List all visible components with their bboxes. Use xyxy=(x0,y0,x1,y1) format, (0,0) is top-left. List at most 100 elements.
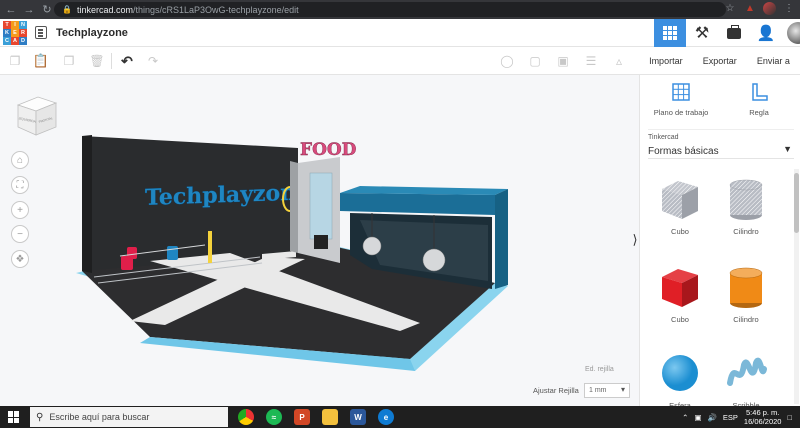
clock[interactable]: 5:46 p. m. 16/06/2020 xyxy=(744,408,782,426)
file-explorer-icon[interactable] xyxy=(322,409,338,425)
spotify-app-icon[interactable]: ≈ xyxy=(266,409,282,425)
shape-box-0[interactable]: Cubo xyxy=(650,175,710,236)
yellow-pole xyxy=(208,231,212,263)
network-icon[interactable]: ▣ xyxy=(694,413,701,422)
profile-avatar-icon[interactable] xyxy=(763,2,776,15)
tower-door xyxy=(314,235,328,249)
duplicate-icon[interactable]: ❐ xyxy=(62,54,76,68)
shape-cyl-3[interactable]: Cilindro xyxy=(716,263,776,324)
dropdown-icon: ▼ xyxy=(783,144,792,154)
star-icon[interactable]: ☆ xyxy=(723,3,737,14)
logo-letter: D xyxy=(19,37,27,45)
volume-icon[interactable]: 🔊 xyxy=(708,413,717,422)
lamp-right xyxy=(422,248,446,272)
shapes-panel: Plano de trabajo Regla Tinkercad Formas … xyxy=(639,75,800,406)
shape-label: Cubo xyxy=(671,227,689,236)
shape-label: Cilindro xyxy=(733,227,759,236)
app-header: TINKERCAD Techplayzone ⚒ 👤 xyxy=(0,19,800,47)
figure-blue xyxy=(167,246,178,260)
extension-icon[interactable]: ▲ xyxy=(743,3,757,14)
logo-letter: A xyxy=(11,37,19,45)
workplane-canvas[interactable]: IZQUIERDA FRONTAL ⌂ ⛶ + − ❖ Techplayzone… xyxy=(0,75,639,406)
tab-blocks[interactable]: ⚒ xyxy=(686,19,718,47)
paste-icon[interactable]: 📋 xyxy=(33,53,49,68)
shape-scribble-5[interactable]: Scribble xyxy=(716,349,776,406)
shape-icon[interactable]: ▢ xyxy=(528,54,542,68)
forward-icon[interactable]: → xyxy=(22,3,36,17)
kiosk-roof xyxy=(340,193,495,215)
light-icon[interactable]: ◯ xyxy=(500,54,514,68)
shape-label: Cubo xyxy=(671,315,689,324)
taskbar-search[interactable]: ⚲ Escribe aquí para buscar xyxy=(30,407,228,427)
shape-box-2[interactable]: Cubo xyxy=(650,263,710,324)
menu-icon[interactable]: ⋮ xyxy=(782,3,796,14)
search-icon: ⚲ xyxy=(36,411,44,423)
windows-start-icon[interactable] xyxy=(8,411,20,423)
chevron-right-icon: ⟩ xyxy=(632,232,638,247)
import-button[interactable]: Importar xyxy=(649,56,683,66)
send-to-button[interactable]: Enviar a xyxy=(757,56,790,66)
address-bar[interactable]: 🔒 tinkercad.com/things/cRS1LaP3OwG-techp… xyxy=(54,2,726,17)
search-placeholder: Escribe aquí para buscar xyxy=(49,412,150,422)
project-title[interactable]: Techplayzone xyxy=(56,27,128,39)
shape-sphere-4[interactable]: Esfera xyxy=(650,349,710,406)
back-icon[interactable]: ← xyxy=(4,3,18,17)
url-text: tinkercad.com/things/cRS1LaP3OwG-techpla… xyxy=(76,4,299,15)
workplane-tool[interactable]: Plano de trabajo xyxy=(646,81,716,117)
powerpoint-app-icon[interactable]: P xyxy=(294,409,310,425)
tinkercad-logo[interactable]: TINKERCAD xyxy=(3,21,27,45)
file-actions: Importar Exportar Enviar a xyxy=(639,47,800,75)
user-menu[interactable] xyxy=(782,19,800,47)
mirror-icon[interactable]: ▵ xyxy=(612,54,626,68)
lock-icon: 🔒 xyxy=(62,5,72,14)
shape-cyl-1[interactable]: Cilindro xyxy=(716,175,776,236)
logo-letter: E xyxy=(11,29,19,37)
undo-icon[interactable]: ↶ xyxy=(120,53,134,69)
logo-letter: C xyxy=(3,37,11,45)
system-tray: ⌃ ▣ 🔊 ESP 5:46 p. m. 16/06/2020 □ xyxy=(682,406,800,428)
logo-letter: I xyxy=(11,21,19,29)
group-icon[interactable]: ▣ xyxy=(556,54,570,68)
snap-grid-label: Ajustar Rejilla xyxy=(533,386,579,395)
copy-icon[interactable]: ❐ xyxy=(8,54,22,68)
delete-icon[interactable]: 🗑 xyxy=(89,54,104,68)
user-add-icon: 👤 xyxy=(756,25,776,42)
ruler-icon xyxy=(752,83,768,101)
panel-scrollbar-thumb[interactable] xyxy=(794,173,799,233)
logo-letter: R xyxy=(19,29,27,37)
windows-taskbar: ⚲ Escribe aquí para buscar ≈ P W e ⌃ ▣ 🔊… xyxy=(0,406,800,428)
ruler-label: Regla xyxy=(749,108,769,117)
ruler-tool[interactable]: Regla xyxy=(724,81,794,117)
align-icon[interactable]: ☰ xyxy=(584,54,598,68)
notifications-icon[interactable]: □ xyxy=(787,413,792,422)
chrome-app-icon[interactable] xyxy=(238,409,254,425)
tab-3d-design[interactable] xyxy=(654,19,686,47)
logo-letter: K xyxy=(3,29,11,37)
collapse-panel-button[interactable]: ⟩ xyxy=(630,232,639,248)
pickaxe-icon: ⚒ xyxy=(694,25,710,42)
avatar xyxy=(787,22,800,44)
reload-icon[interactable]: ↻ xyxy=(40,3,54,17)
language-indicator[interactable]: ESP xyxy=(723,413,738,422)
lamp-left xyxy=(362,236,382,256)
figure-red-2 xyxy=(127,247,137,259)
shape-library-select[interactable]: Tinkercad Formas básicas ▼ xyxy=(648,129,794,159)
library-category: Formas básicas xyxy=(648,146,719,157)
chevron-up-icon[interactable]: ⌃ xyxy=(682,413,688,422)
invite-user-button[interactable]: 👤 xyxy=(750,19,782,47)
edge-app-icon[interactable]: e xyxy=(378,409,394,425)
word-app-icon[interactable]: W xyxy=(350,409,366,425)
edit-toolbar: ❐ 📋 ❐ 🗑 ↶ ↷ ◯ ▢ ▣ ☰ ▵ xyxy=(0,47,639,75)
logo-letter: N xyxy=(19,21,27,29)
export-button[interactable]: Exportar xyxy=(703,56,737,66)
redo-icon[interactable]: ↷ xyxy=(146,54,160,68)
grid-edit-button[interactable]: Ed. rejilla xyxy=(585,366,614,373)
logo-letter: T xyxy=(3,21,11,29)
design-list-icon[interactable] xyxy=(35,26,47,39)
scene-food-sign: FOOD xyxy=(300,140,357,160)
scene-3d[interactable]: Techplayzone FOOD xyxy=(0,75,639,406)
tower-window xyxy=(309,172,333,240)
snap-grid-select[interactable]: 1 mm xyxy=(584,383,630,398)
grid-view-icon xyxy=(663,26,677,40)
tab-lessons[interactable] xyxy=(718,19,750,47)
